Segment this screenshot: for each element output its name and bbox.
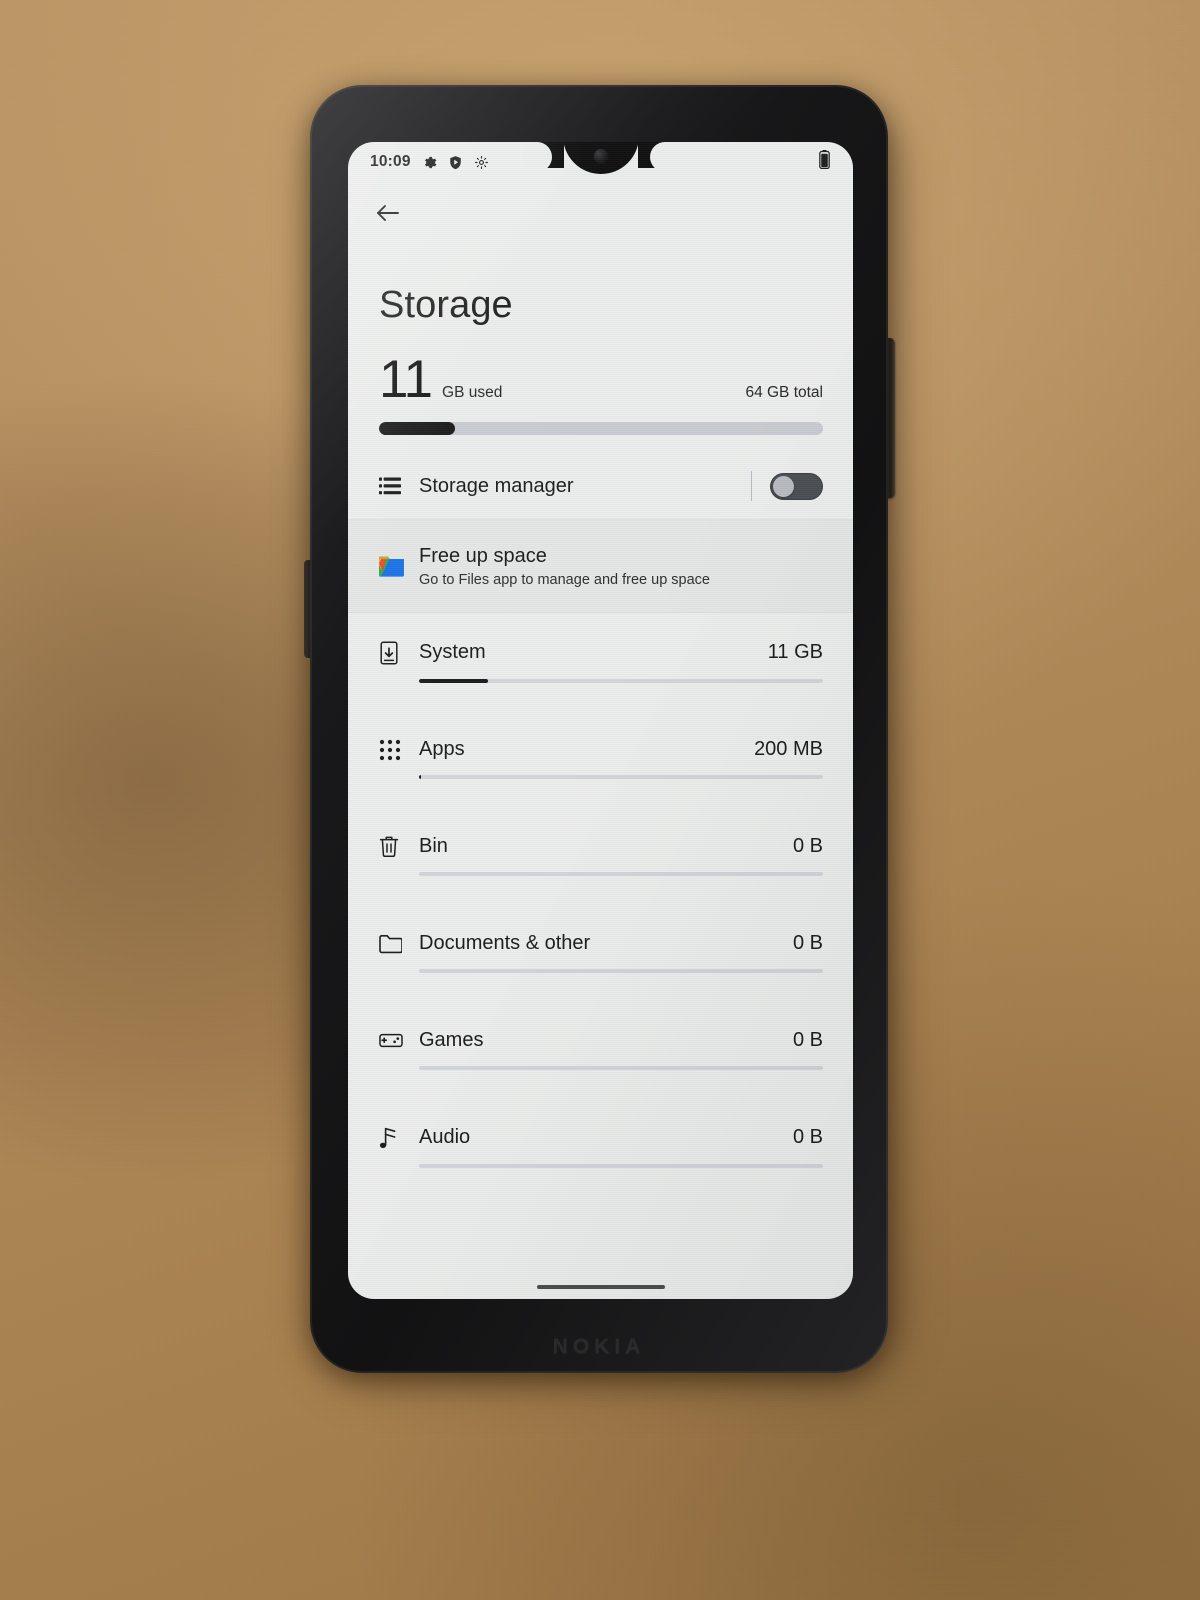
storage-category-bar-fill xyxy=(419,775,421,780)
list-lines-icon xyxy=(379,476,419,496)
storage-category-list: System 11 GB Apps 200 MB Bin 0 B Documents & o… xyxy=(348,613,853,1195)
storage-category-label: System xyxy=(419,641,486,664)
status-bar-right xyxy=(818,150,831,174)
storage-category-bar xyxy=(419,678,823,683)
storage-category-bar xyxy=(419,775,823,780)
storage-category-row[interactable]: Audio 0 B xyxy=(348,1098,853,1195)
gesture-home-bar[interactable] xyxy=(536,1285,665,1289)
storage-manager-label: Storage manager xyxy=(419,474,574,497)
storage-category-label: Games xyxy=(419,1029,484,1052)
storage-category-value: 11 GB xyxy=(767,641,823,664)
row-divider xyxy=(751,471,752,502)
trash-icon xyxy=(379,835,419,858)
storage-category-label: Audio xyxy=(419,1126,471,1149)
storage-category-value: 0 B xyxy=(792,1126,823,1149)
storage-category-value: 0 B xyxy=(792,932,823,955)
storage-total-label: 64 GB total xyxy=(745,384,823,401)
storage-summary: 11 GB used 64 GB total xyxy=(348,333,853,436)
status-clock: 10:09 xyxy=(370,153,411,170)
files-app-icon xyxy=(379,555,419,577)
storage-used-number: 11 xyxy=(379,350,433,409)
storage-category-label: Bin xyxy=(419,835,448,858)
storage-category-label: Documents & other xyxy=(419,932,591,955)
gear-filled-icon xyxy=(422,155,437,170)
battery-icon xyxy=(818,150,831,174)
storage-manager-toggle[interactable] xyxy=(770,472,823,500)
free-up-space-title: Free up space xyxy=(419,544,547,567)
storage-used-label: GB used xyxy=(442,384,503,401)
storage-usage-bar-fill xyxy=(379,422,456,436)
play-protect-shield-icon xyxy=(448,155,463,170)
phone-download-icon xyxy=(379,641,419,665)
gear-outline-icon xyxy=(474,155,489,170)
storage-category-bar xyxy=(419,1066,823,1071)
storage-category-value: 0 B xyxy=(792,1029,823,1052)
folder-icon xyxy=(379,934,419,954)
storage-category-bar xyxy=(419,872,823,877)
back-button[interactable] xyxy=(348,182,853,248)
storage-category-row[interactable]: Bin 0 B xyxy=(348,807,853,904)
status-bar-left: 10:09 xyxy=(370,153,489,171)
phone-screen: 10:09 Storage 11 GB used 64 GB total Sto… xyxy=(348,142,853,1299)
storage-category-value: 200 MB xyxy=(754,738,823,761)
storage-category-bar xyxy=(419,969,823,974)
storage-category-row[interactable]: Documents & other 0 B xyxy=(348,904,853,1001)
storage-category-label: Apps xyxy=(419,738,465,761)
storage-usage-bar xyxy=(379,422,823,436)
storage-category-row[interactable]: Apps 200 MB xyxy=(348,710,853,807)
storage-manager-row[interactable]: Storage manager xyxy=(348,453,853,519)
storage-category-row[interactable]: System 11 GB xyxy=(348,613,853,710)
device-brand-label: NOKIA xyxy=(552,1335,646,1358)
settings-content: Storage 11 GB used 64 GB total Storage m… xyxy=(348,182,853,1299)
free-up-space-subtitle: Go to Files app to manage and free up sp… xyxy=(419,571,710,588)
storage-category-bar xyxy=(419,1163,823,1168)
storage-category-row[interactable]: Games 0 B xyxy=(348,1001,853,1098)
free-up-space-row[interactable]: Free up space Go to Files app to manage … xyxy=(348,519,853,614)
apps-grid-icon xyxy=(379,739,419,761)
storage-category-value: 0 B xyxy=(792,835,823,858)
page-title: Storage xyxy=(379,284,513,326)
front-camera xyxy=(593,149,608,164)
toggle-knob xyxy=(773,475,794,497)
storage-category-bar-fill xyxy=(419,678,488,683)
gamepad-icon xyxy=(379,1032,419,1049)
back-arrow-icon[interactable] xyxy=(374,201,402,230)
music-note-icon xyxy=(379,1126,419,1150)
phone-device: 10:09 Storage 11 GB used 64 GB total Sto… xyxy=(310,85,888,1373)
